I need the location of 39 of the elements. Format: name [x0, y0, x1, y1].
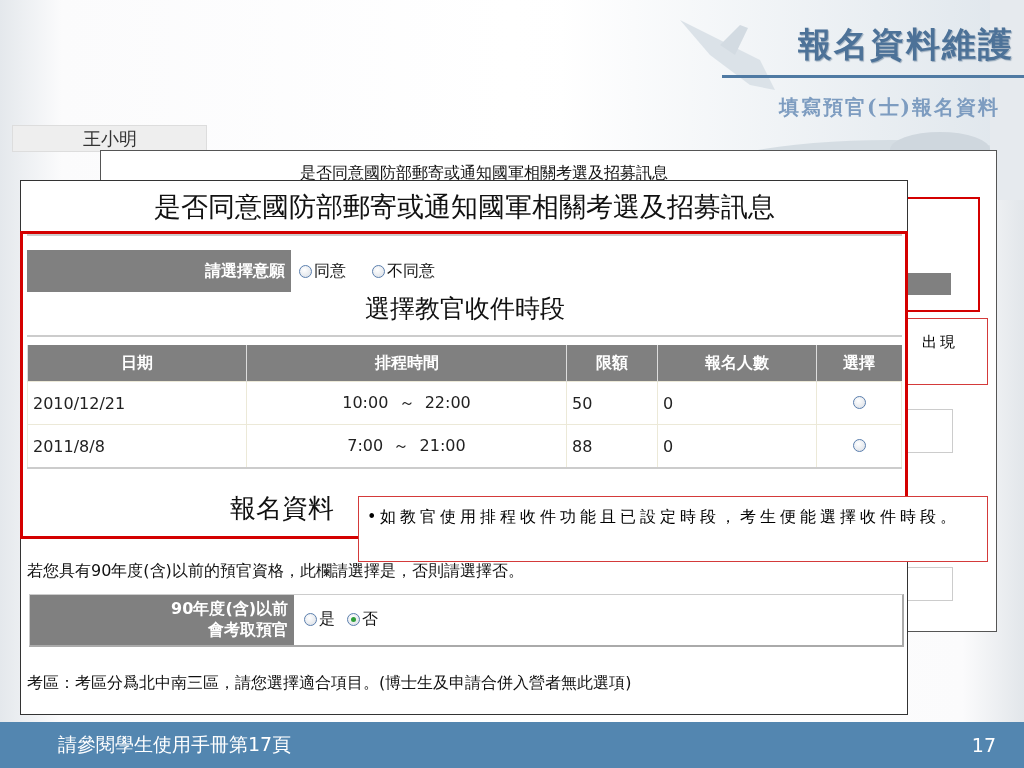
option-label: 同意 — [314, 260, 346, 282]
field-label: 90年度(含)以前 — [170, 599, 288, 620]
instruction-text: 考區：考區分爲北中南三區，請您選擇適合項目。(博士生及申請合併入營者無此選項) — [27, 672, 633, 694]
table-cell: 2010/12/21 — [27, 381, 247, 425]
radio-button[interactable] — [347, 613, 360, 627]
table-cell: 50 — [566, 381, 658, 425]
section-heading: 選擇教官收件時段 — [363, 293, 566, 325]
column-header: 日期 — [27, 345, 247, 382]
table-cell: 2011/8/8 — [27, 424, 247, 468]
slide-subtitle: 填寫預官(士)報名資料 — [779, 94, 1000, 121]
radio-button[interactable] — [299, 264, 312, 278]
table-cell: 0 — [657, 381, 817, 425]
window-title: 是否同意國防部郵寄或通知國軍相關考選及招募訊息 — [152, 190, 776, 224]
window-title: 是否同意國防部郵寄或通知國軍相關考選及招募訊息 — [298, 162, 669, 184]
radio-button[interactable] — [304, 613, 317, 627]
input-field[interactable] — [906, 409, 953, 453]
column-header: 排程時間 — [246, 345, 567, 382]
slide-title: 報名資料維護 — [798, 23, 1014, 66]
header-bar — [906, 273, 951, 295]
instruction-text: 若您具有90年度(含)以前的預官資格，此欄請選擇是，否則請選擇否。 — [27, 561, 525, 582]
footer-text: 請參閱學生使用手冊第17頁 — [58, 732, 292, 757]
radio-button[interactable] — [852, 395, 866, 409]
callout-text: •如教官使用排程收件功能且已設定時段，考生便能選擇收件時段。 — [358, 496, 988, 562]
radio-button[interactable] — [372, 264, 385, 278]
field-label: 請選擇意願 — [27, 250, 291, 292]
page-number: 17 — [971, 734, 996, 756]
input-field[interactable] — [906, 567, 953, 601]
table-cell: 10:00 ～ 22:00 — [246, 381, 567, 425]
radio-button[interactable] — [852, 438, 866, 452]
column-header: 限額 — [566, 345, 658, 382]
section-heading: 報名資料 — [230, 493, 334, 523]
option-label: 不同意 — [387, 260, 435, 282]
column-header: 報名人數 — [657, 345, 817, 382]
option-label: 是 — [319, 609, 335, 631]
option-label: 否 — [362, 609, 378, 631]
column-header: 選擇 — [816, 345, 902, 382]
callout-text: 出現 — [905, 318, 988, 385]
field-label: 會考取預官 — [207, 619, 288, 641]
user-tab[interactable]: 王小明 — [12, 125, 207, 152]
